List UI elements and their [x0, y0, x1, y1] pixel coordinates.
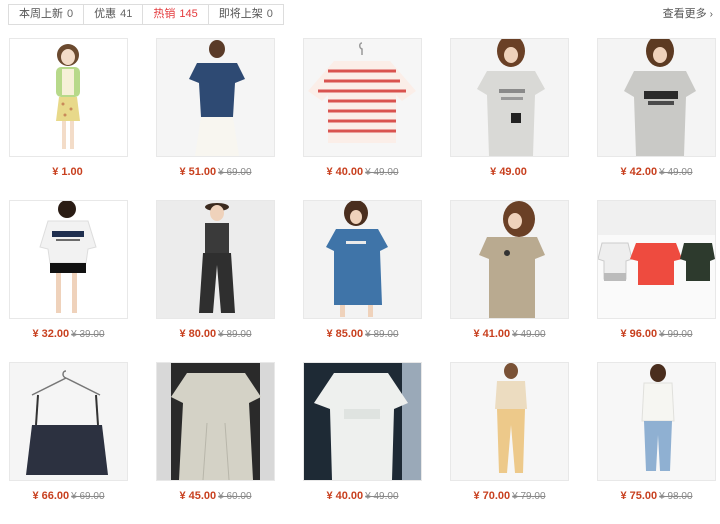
- tab-count: 0: [266, 8, 273, 20]
- original-price: ¥ 49.00: [365, 167, 399, 178]
- product-card[interactable]: ¥ 51.00 ¥ 69.00: [156, 38, 275, 200]
- product-image[interactable]: [9, 200, 128, 319]
- product-card[interactable]: ¥ 1.00: [9, 38, 128, 200]
- original-price: ¥ 89.00: [365, 329, 399, 340]
- product-card[interactable]: ¥ 41.00 ¥ 49.00: [450, 200, 569, 362]
- product-price: ¥ 70.00: [473, 490, 511, 502]
- tab-hot-sale[interactable]: 热销 145: [142, 4, 209, 25]
- original-price: ¥ 99.00: [659, 329, 693, 340]
- product-image[interactable]: [597, 38, 716, 157]
- original-price: ¥ 79.00: [512, 491, 546, 502]
- original-price: ¥ 60.00: [218, 491, 252, 502]
- product-image[interactable]: [450, 38, 569, 157]
- product-image[interactable]: [303, 200, 422, 319]
- product-price: ¥ 96.00: [620, 328, 658, 340]
- tab-count: 145: [179, 8, 198, 20]
- product-price: ¥ 45.00: [179, 490, 217, 502]
- tab-label: 热销: [153, 8, 176, 20]
- product-grid: ¥ 1.00 ¥ 51.00 ¥ 69.00 ¥ 40.00 ¥ 49.00 ¥…: [9, 38, 716, 524]
- product-card[interactable]: ¥ 32.00 ¥ 39.00: [9, 200, 128, 362]
- filter-tabs: 本周上新 0 优惠 41 热销 145 即将上架 0: [8, 4, 284, 25]
- product-image[interactable]: [450, 200, 569, 319]
- view-more-label: 查看更多: [662, 8, 707, 20]
- original-price: ¥ 89.00: [218, 329, 252, 340]
- tab-discount[interactable]: 优惠 41: [83, 4, 144, 25]
- product-image[interactable]: [597, 200, 716, 319]
- product-card[interactable]: ¥ 45.00 ¥ 60.00: [156, 362, 275, 524]
- product-price: ¥ 32.00: [32, 328, 70, 340]
- original-price: ¥ 49.00: [512, 329, 546, 340]
- product-card[interactable]: ¥ 66.00 ¥ 69.00: [9, 362, 128, 524]
- tab-new-this-week[interactable]: 本周上新 0: [8, 4, 85, 25]
- product-card[interactable]: ¥ 80.00 ¥ 89.00: [156, 200, 275, 362]
- product-price: ¥ 1.00: [52, 166, 83, 178]
- original-price: ¥ 69.00: [218, 167, 252, 178]
- product-image[interactable]: [9, 362, 128, 481]
- product-price: ¥ 40.00: [326, 166, 364, 178]
- product-price: ¥ 75.00: [620, 490, 658, 502]
- product-card[interactable]: ¥ 85.00 ¥ 89.00: [303, 200, 422, 362]
- product-image[interactable]: [156, 38, 275, 157]
- product-card[interactable]: ¥ 70.00 ¥ 79.00: [450, 362, 569, 524]
- tab-count: 41: [120, 8, 133, 20]
- product-price: ¥ 42.00: [620, 166, 658, 178]
- original-price: ¥ 69.00: [71, 491, 105, 502]
- product-image[interactable]: [156, 200, 275, 319]
- tab-label: 优惠: [94, 8, 117, 20]
- product-price: ¥ 66.00: [32, 490, 70, 502]
- product-card[interactable]: ¥ 49.00: [450, 38, 569, 200]
- chevron-right-icon: ›: [709, 9, 713, 20]
- product-card[interactable]: ¥ 75.00 ¥ 98.00: [597, 362, 716, 524]
- product-image[interactable]: [9, 38, 128, 157]
- product-card[interactable]: ¥ 42.00 ¥ 49.00: [597, 38, 716, 200]
- product-price: ¥ 80.00: [179, 328, 217, 340]
- product-image[interactable]: [303, 38, 422, 157]
- product-card[interactable]: ¥ 40.00 ¥ 49.00: [303, 38, 422, 200]
- product-price: ¥ 49.00: [490, 166, 527, 178]
- tab-label: 即将上架: [218, 8, 263, 20]
- original-price: ¥ 98.00: [659, 491, 693, 502]
- product-image[interactable]: [303, 362, 422, 481]
- product-price: ¥ 51.00: [179, 166, 217, 178]
- original-price: ¥ 49.00: [659, 167, 693, 178]
- tab-label: 本周上新: [19, 8, 63, 20]
- product-image[interactable]: [597, 362, 716, 481]
- product-image[interactable]: [156, 362, 275, 481]
- product-price: ¥ 40.00: [326, 490, 364, 502]
- original-price: ¥ 49.00: [365, 491, 399, 502]
- tab-coming-soon[interactable]: 即将上架 0: [207, 4, 284, 25]
- tab-count: 0: [67, 8, 74, 20]
- product-card[interactable]: ¥ 96.00 ¥ 99.00: [597, 200, 716, 362]
- product-price: ¥ 41.00: [473, 328, 511, 340]
- view-more-link[interactable]: 查看更多 ›: [663, 5, 713, 21]
- original-price: ¥ 39.00: [71, 329, 105, 340]
- product-image[interactable]: [450, 362, 569, 481]
- product-price: ¥ 85.00: [326, 328, 364, 340]
- product-card[interactable]: ¥ 40.00 ¥ 49.00: [303, 362, 422, 524]
